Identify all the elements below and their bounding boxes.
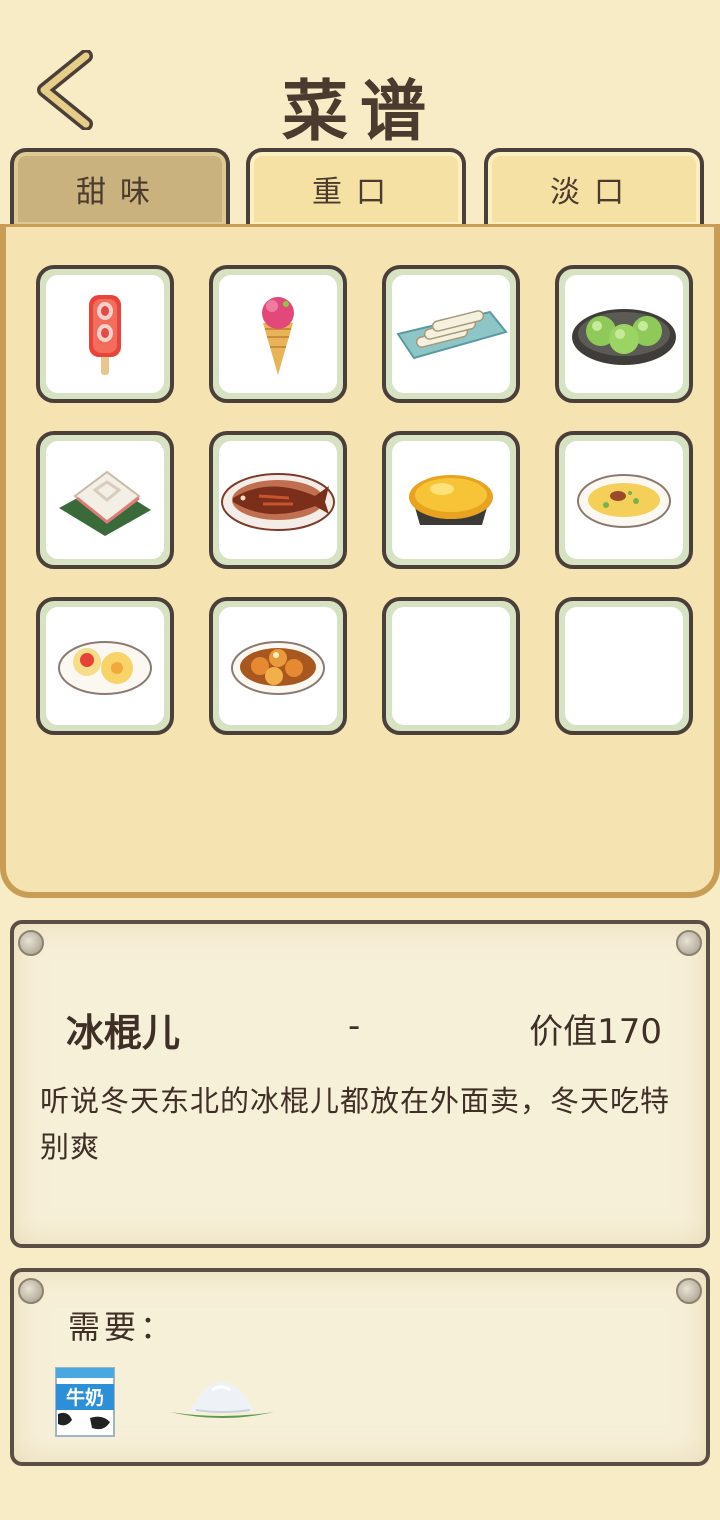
custard-tart-icon bbox=[409, 475, 493, 525]
item-separator: - bbox=[348, 1006, 361, 1046]
pastry-plate-icon bbox=[58, 641, 152, 695]
pin-icon bbox=[676, 930, 702, 956]
braised-fish-icon bbox=[221, 473, 335, 531]
rice-cake-on-leaf-icon bbox=[59, 470, 151, 536]
milk-carton-icon: 牛奶 bbox=[55, 1367, 115, 1437]
page-title: 菜谱 bbox=[282, 73, 438, 150]
recipe-slot-rice-rolls[interactable] bbox=[382, 265, 520, 403]
recipe-slot-fried-balls[interactable] bbox=[209, 597, 347, 735]
requirements-card: 需要： 牛奶 bbox=[10, 1268, 710, 1466]
rice-rolls-plate-icon bbox=[395, 310, 508, 360]
recipe-grid bbox=[36, 265, 693, 735]
pin-icon bbox=[18, 930, 44, 956]
tab-heavy[interactable]: 重口 bbox=[246, 148, 466, 226]
recipe-slot-popsicle[interactable] bbox=[36, 265, 174, 403]
ingredient-sugar[interactable] bbox=[166, 1376, 278, 1428]
fried-balls-plate-icon bbox=[231, 641, 325, 695]
ingredient-milk[interactable]: 牛奶 bbox=[54, 1366, 116, 1442]
recipe-slot-empty[interactable] bbox=[382, 597, 520, 735]
tab-sweet[interactable]: 甜味 bbox=[10, 148, 230, 226]
requirements-label: 需要： bbox=[68, 1308, 177, 1346]
recipe-slot-rice-cake[interactable] bbox=[36, 431, 174, 569]
recipe-slot-empty[interactable] bbox=[555, 597, 693, 735]
ice-cream-cone-icon bbox=[262, 297, 294, 375]
recipe-slot-egg-pancake[interactable] bbox=[555, 431, 693, 569]
svg-text:牛奶: 牛奶 bbox=[66, 1386, 104, 1409]
pin-icon bbox=[676, 1278, 702, 1304]
recipe-slot-green-balls[interactable] bbox=[555, 265, 693, 403]
pin-icon bbox=[18, 1278, 44, 1304]
item-description: 听说冬天东北的冰棍儿都放在外面卖，冬天吃特别爽 bbox=[40, 1084, 671, 1164]
recipe-detail-card: 冰棍儿 - 价值170 听说冬天东北的冰棍儿都放在外面卖，冬天吃特别爽 bbox=[10, 920, 710, 1248]
popsicle-icon bbox=[89, 295, 121, 375]
recipe-slot-custard-tart[interactable] bbox=[382, 431, 520, 569]
item-name: 冰棍儿 bbox=[66, 1011, 181, 1055]
sugar-pile-icon bbox=[170, 1381, 274, 1418]
tab-light[interactable]: 淡口 bbox=[484, 148, 704, 226]
item-value: 价值170 bbox=[529, 1012, 662, 1052]
green-rice-balls-icon bbox=[572, 309, 676, 365]
recipe-slot-pastry[interactable] bbox=[36, 597, 174, 735]
egg-pancake-icon bbox=[577, 474, 671, 528]
recipe-slot-ice-cream[interactable] bbox=[209, 265, 347, 403]
recipe-panel bbox=[0, 224, 720, 898]
recipe-slot-fish[interactable] bbox=[209, 431, 347, 569]
